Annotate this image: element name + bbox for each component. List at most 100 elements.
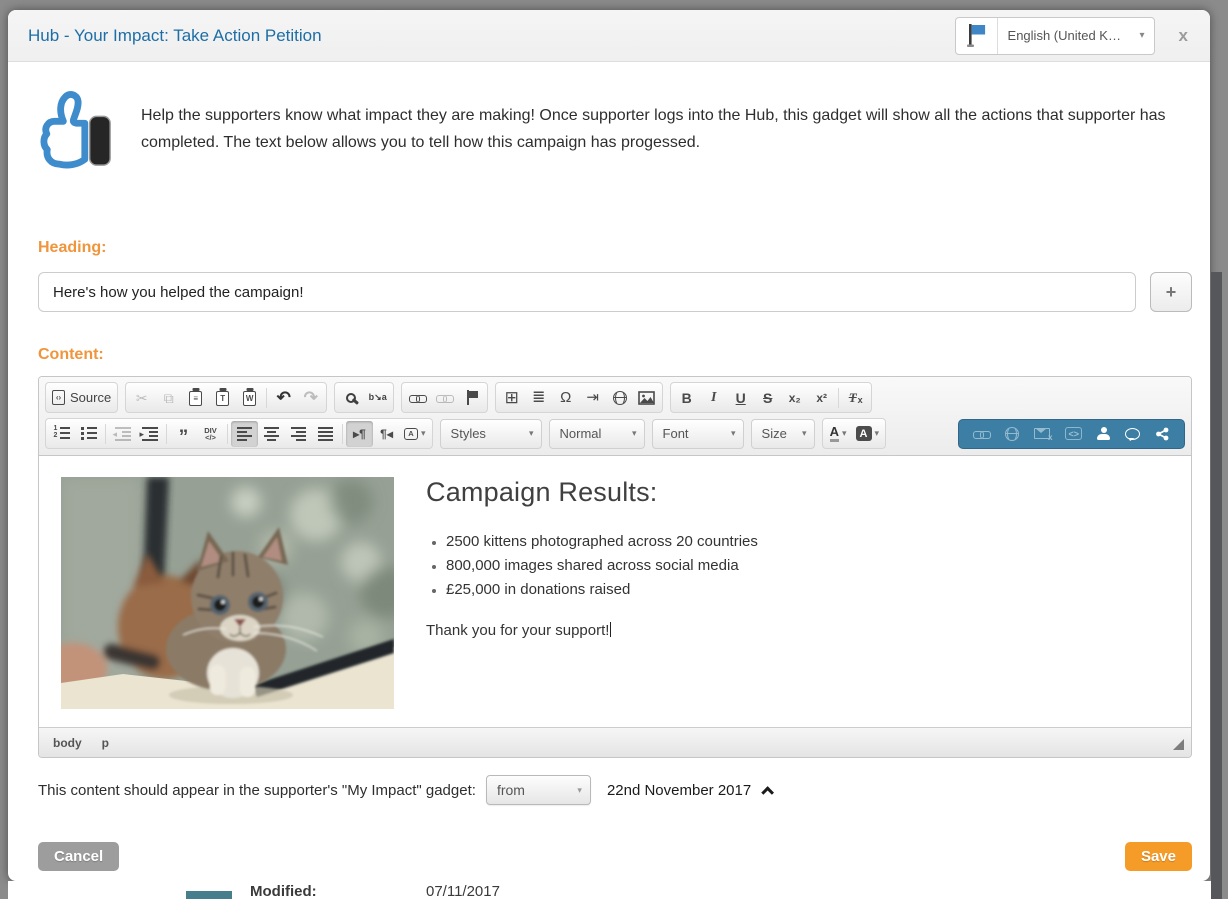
- align-right-icon: [291, 426, 306, 441]
- group-clipboard: ✂ ⧉ ≡ T W ↶ ↷: [125, 382, 328, 413]
- size-dropdown[interactable]: Size ▾: [750, 418, 815, 449]
- kitten-photo[interactable]: [61, 477, 394, 709]
- replace-button[interactable]: b↘a: [364, 385, 391, 411]
- source-button[interactable]: Source: [48, 385, 115, 411]
- outdent-icon: [113, 426, 131, 441]
- undo-button[interactable]: ↶: [270, 385, 297, 411]
- bidi-ltr-button[interactable]: ▸¶: [346, 420, 373, 447]
- horizontal-rule-button[interactable]: ≣: [525, 385, 552, 411]
- subscript-button[interactable]: x₂: [781, 385, 808, 411]
- page-scrollbar-thumb[interactable]: [1211, 272, 1222, 899]
- editor-toolbar: Source ✂ ⧉ ≡ T W ↶ ↷: [39, 377, 1191, 456]
- cut-button[interactable]: ✂: [128, 385, 155, 411]
- italic-button[interactable]: I: [700, 385, 727, 411]
- paragraph-format-dropdown[interactable]: Normal ▾: [548, 418, 645, 449]
- comment-icon[interactable]: [1125, 427, 1140, 440]
- font-dropdown[interactable]: Font ▾: [651, 418, 744, 449]
- schedule-mode-select[interactable]: from ▾: [485, 775, 591, 805]
- resize-handle[interactable]: [1173, 739, 1184, 750]
- anchor-button[interactable]: [458, 385, 485, 411]
- language-letter: A: [404, 427, 418, 440]
- paste-text-button[interactable]: T: [209, 385, 236, 411]
- embed-code-icon[interactable]: <>: [1065, 427, 1082, 440]
- chevron-down-icon: ▾: [1139, 30, 1145, 41]
- chevron-up-icon[interactable]: [761, 785, 775, 799]
- add-language-version-button[interactable]: +: [1150, 272, 1192, 312]
- numbered-list-icon: [53, 425, 70, 441]
- chevron-down-icon: ▾: [529, 428, 534, 438]
- source-label: Source: [70, 390, 112, 405]
- rich-text-editor: Source ✂ ⧉ ≡ T W ↶ ↷: [38, 376, 1192, 758]
- insert-link-icon[interactable]: [973, 428, 992, 439]
- heading-label: Heading:: [38, 239, 107, 256]
- outdent-button[interactable]: [109, 421, 136, 447]
- email-block-icon[interactable]: [1034, 428, 1052, 442]
- paste-word-icon: W: [243, 391, 257, 406]
- size-dropdown-label: Size: [761, 426, 787, 441]
- background-page-strip: Modified: 07/11/2017: [8, 881, 1220, 899]
- element-path-body[interactable]: body: [53, 736, 82, 750]
- paste-button[interactable]: ≡: [182, 385, 209, 411]
- paste-word-button[interactable]: W: [236, 385, 263, 411]
- editable-content-area[interactable]: Campaign Results: 2500 kittens photograp…: [39, 456, 1191, 727]
- page-break-button[interactable]: ⇥: [579, 385, 606, 411]
- close-button[interactable]: x: [1173, 22, 1194, 50]
- copy-button[interactable]: ⧉: [155, 385, 182, 411]
- remove-format-button[interactable]: T x: [842, 385, 869, 411]
- paste-icon: ≡: [189, 391, 203, 406]
- styles-dropdown[interactable]: Styles ▾: [439, 418, 542, 449]
- group-paragraph: ” DIV </> ▸¶: [45, 418, 433, 449]
- language-selector[interactable]: English (United K… ▾: [954, 16, 1155, 55]
- find-button[interactable]: [337, 385, 364, 411]
- div-container-icon: DIV </>: [204, 426, 217, 442]
- remove-format-x: x: [857, 395, 863, 405]
- bullet-list-button[interactable]: [75, 421, 102, 447]
- numbered-list-button[interactable]: [48, 421, 75, 447]
- undo-icon: ↶: [276, 388, 291, 407]
- strikethrough-button[interactable]: S: [754, 385, 781, 411]
- text-color-button[interactable]: A ▾: [825, 421, 852, 447]
- image-button[interactable]: [633, 385, 660, 411]
- table-button[interactable]: ⊞: [498, 385, 525, 411]
- chevron-down-icon: ▾: [841, 428, 847, 438]
- format-dropdown-label: Normal: [559, 426, 602, 441]
- document-text: Campaign Results: 2500 kittens photograp…: [394, 477, 758, 727]
- align-right-button[interactable]: [285, 421, 312, 447]
- iframe-button[interactable]: [606, 385, 633, 411]
- share-icon[interactable]: [1155, 427, 1170, 441]
- superscript-button[interactable]: x²: [808, 385, 835, 411]
- background-modified-value: 07/11/2017: [426, 883, 500, 899]
- unlink-button[interactable]: [431, 385, 458, 411]
- align-justify-button[interactable]: [312, 421, 339, 447]
- language-button[interactable]: A ▾: [400, 421, 430, 447]
- cancel-button[interactable]: Cancel: [38, 842, 120, 871]
- your-impact-modal: Hub - Your Impact: Take Action Petition …: [8, 10, 1210, 881]
- chevron-down-icon: ▾: [632, 428, 637, 438]
- search-icon: [345, 392, 356, 403]
- background-teal-block: [186, 891, 232, 899]
- separator: [838, 387, 840, 408]
- bold-button[interactable]: B: [673, 385, 700, 411]
- blockquote-button[interactable]: ”: [170, 421, 197, 447]
- group-basicstyles: B I U S x₂ x² T x: [670, 382, 873, 413]
- div-container-button[interactable]: DIV </>: [197, 421, 224, 447]
- element-path-p[interactable]: p: [102, 736, 109, 750]
- special-char-button[interactable]: Ω: [552, 385, 579, 411]
- content-heading: Campaign Results:: [426, 477, 658, 507]
- align-left-button[interactable]: [231, 420, 258, 447]
- thumbs-up-icon: [38, 88, 141, 179]
- align-center-button[interactable]: [258, 421, 285, 447]
- styles-dropdown-label: Styles: [450, 426, 486, 441]
- globe-link-icon[interactable]: [1005, 426, 1020, 441]
- supporter-data-icon[interactable]: [1097, 427, 1110, 440]
- redo-button[interactable]: ↷: [297, 385, 324, 411]
- background-color-button[interactable]: A ▾: [852, 421, 884, 447]
- indent-button[interactable]: [136, 421, 163, 447]
- underline-button[interactable]: U: [727, 385, 754, 411]
- link-button[interactable]: [404, 385, 431, 411]
- heading-input[interactable]: [38, 272, 1136, 312]
- font-dropdown-label: Font: [662, 426, 689, 441]
- div-label-bottom: </>: [205, 432, 216, 442]
- save-button[interactable]: Save: [1124, 842, 1192, 871]
- bidi-rtl-button[interactable]: ¶◂: [373, 421, 400, 447]
